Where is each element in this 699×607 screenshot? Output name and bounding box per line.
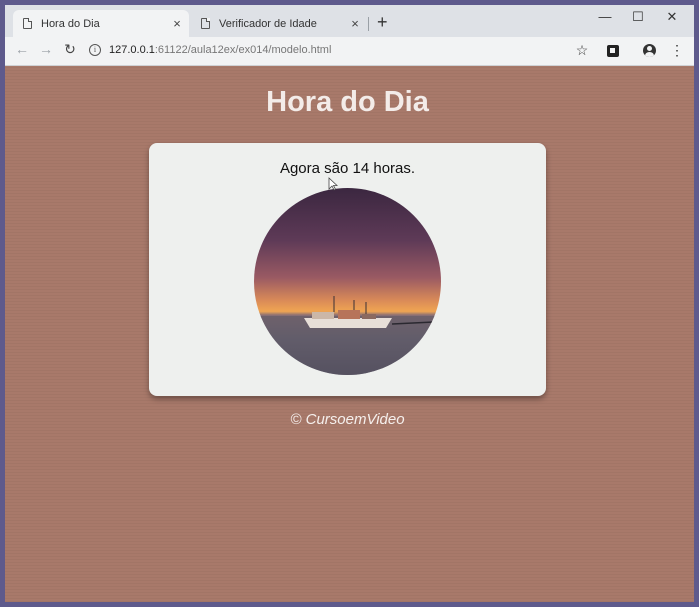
menu-icon[interactable]: ⋮ (668, 42, 686, 59)
browser-window: Hora do Dia × Verificador de Idade × + —… (5, 5, 694, 602)
tab-separator (368, 17, 369, 31)
bookmark-star-icon[interactable]: ☆ (573, 42, 591, 59)
time-message: Agora são 14 horas. (279, 160, 416, 177)
tab-strip: Hora do Dia × Verificador de Idade × + —… (5, 5, 694, 37)
forward-button[interactable]: → (37, 41, 55, 57)
footer-credit: © CursoemVideo (290, 411, 405, 428)
tab-close-icon[interactable]: × (169, 16, 185, 31)
new-tab-button[interactable]: + (377, 12, 388, 32)
address-bar[interactable]: i 127.0.0.1:61122/aula12ex/ex014/modelo.… (89, 39, 609, 61)
toolbar: ← → ↻ i 127.0.0.1:61122/aula12ex/ex014/m… (5, 37, 694, 66)
url-path: :61122/aula12ex/ex014/modelo.html (154, 44, 332, 56)
page-title: Hora do Dia (266, 86, 429, 118)
mouse-cursor-icon (328, 177, 338, 191)
page-content: Hora do Dia Agora são 14 horas. © Cursoe… (5, 66, 694, 602)
page-icon (201, 18, 210, 29)
tab-title: Verificador de Idade (219, 17, 317, 30)
info-icon[interactable]: i (89, 44, 101, 56)
extension-icon[interactable] (607, 45, 619, 57)
reload-button[interactable]: ↻ (61, 41, 79, 58)
profile-icon[interactable] (643, 44, 656, 57)
tab-title: Hora do Dia (41, 17, 100, 30)
sunset-boat-photo (254, 188, 441, 375)
tab-hora-do-dia[interactable]: Hora do Dia × (13, 10, 189, 37)
message-card: Agora são 14 horas. (149, 143, 546, 396)
page-icon (23, 18, 32, 29)
minimize-button[interactable]: — (594, 9, 616, 24)
url-host: 127.0.0.1 (109, 44, 155, 56)
back-button[interactable]: ← (13, 41, 31, 57)
tab-verificador-de-idade[interactable]: Verificador de Idade × (191, 10, 367, 37)
tab-close-icon[interactable]: × (347, 16, 363, 31)
maximize-button[interactable]: ☐ (627, 9, 649, 25)
close-window-button[interactable]: ✕ (661, 9, 683, 25)
